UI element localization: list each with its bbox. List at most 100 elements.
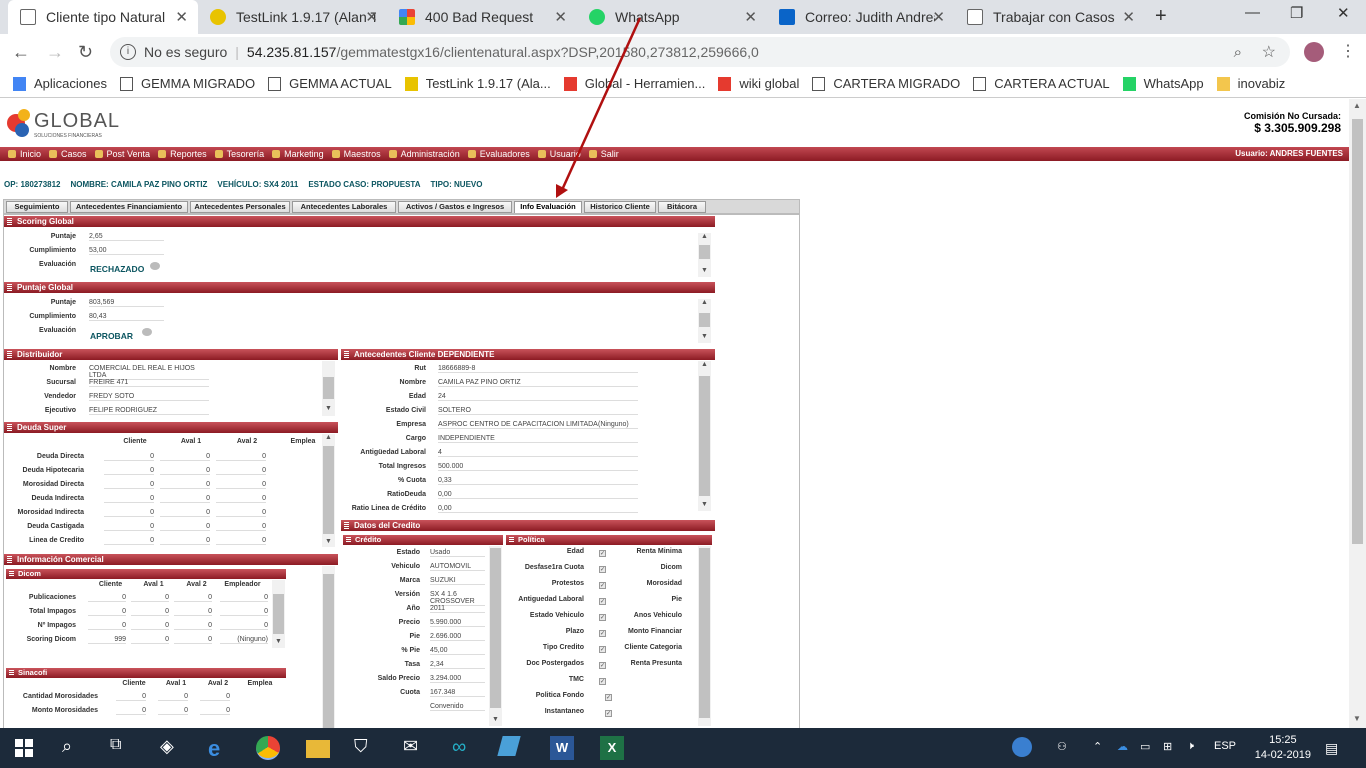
tab-trabajar-con-casos[interactable]: Trabajar con Casos ✕ [955, 0, 1145, 34]
forward-icon[interactable]: → [46, 42, 64, 63]
checkbox[interactable]: ✓ [599, 646, 606, 653]
excel-icon[interactable]: X [600, 736, 624, 760]
close-icon[interactable]: ✕ [744, 8, 757, 26]
scroll-down-icon[interactable]: ▼ [1353, 714, 1361, 723]
task-view-icon[interactable]: ⧉ [110, 736, 134, 760]
close-icon[interactable]: ✕ [175, 8, 188, 26]
tab-cliente-tipo-natural[interactable]: Cliente tipo Natural ✕ [8, 0, 198, 34]
menu-item-7[interactable]: Administración [388, 149, 460, 159]
maximize-icon[interactable]: ❐ [1290, 4, 1303, 22]
close-icon[interactable]: ✕ [1122, 8, 1135, 26]
checkbox[interactable]: ✓ [599, 630, 606, 637]
tab-whatsapp[interactable]: WhatsApp ✕ [577, 0, 767, 34]
checkbox[interactable]: ✓ [599, 582, 606, 589]
menu-item-2[interactable]: Post Venta [94, 149, 150, 159]
minimize-icon[interactable]: — [1245, 4, 1260, 21]
comment-icon[interactable] [142, 328, 152, 336]
scroll-thumb[interactable] [1352, 119, 1363, 544]
bookmark-9[interactable]: inovabiz [1216, 76, 1285, 91]
battery-icon[interactable]: ▭ [1140, 740, 1150, 753]
checkbox[interactable]: ✓ [605, 710, 612, 717]
menu-item-0[interactable]: Inicio [8, 149, 41, 159]
scrollbar[interactable] [698, 546, 711, 726]
checkbox[interactable]: ✓ [599, 614, 606, 621]
edge-icon[interactable]: e [208, 736, 232, 761]
menu-item-1[interactable]: Casos [49, 149, 87, 159]
close-icon[interactable]: ✕ [932, 8, 945, 26]
onedrive-icon[interactable]: ☁ [1117, 740, 1128, 753]
zoom-icon[interactable]: ⌕ [1234, 44, 1242, 61]
search-icon[interactable]: ⌕ [62, 736, 86, 760]
update-icon[interactable] [1012, 737, 1032, 757]
close-window-icon[interactable]: ✕ [1337, 4, 1350, 22]
language-label[interactable]: ESP [1214, 740, 1236, 752]
reload-icon[interactable]: ↻ [78, 42, 93, 63]
menu-icon[interactable]: ⋮ [1340, 41, 1356, 61]
page-scrollbar[interactable]: ▲ ▼ [1349, 99, 1366, 728]
notepad-icon[interactable] [497, 736, 521, 756]
scrollbar[interactable]: ▲ ▼ [322, 434, 335, 547]
scrollbar[interactable]: ▲ ▼ [698, 299, 711, 343]
comment-icon[interactable] [150, 262, 160, 270]
tab-correo[interactable]: Correo: Judith Andrea C ✕ [767, 0, 955, 34]
new-tab-icon[interactable]: + [1155, 5, 1167, 28]
page-tab-5[interactable]: Info Evaluación [514, 201, 582, 213]
star-icon[interactable]: ☆ [1262, 42, 1276, 62]
bookmark-3[interactable]: TestLink 1.9.17 (Ala... [404, 76, 551, 91]
avatar[interactable] [1304, 42, 1324, 62]
checkbox[interactable]: ✓ [599, 662, 606, 669]
close-icon[interactable]: ✕ [554, 8, 567, 26]
notifications-icon[interactable]: ▤ [1325, 740, 1338, 757]
checkbox[interactable]: ✓ [599, 550, 606, 557]
page-tab-2[interactable]: Antecedentes Personales [190, 201, 290, 213]
bookmark-2[interactable]: GEMMA ACTUAL [268, 76, 392, 91]
scrollbar[interactable]: ▲ ▼ [698, 233, 711, 277]
tab-400-bad-request[interactable]: 400 Bad Request ✕ [387, 0, 577, 34]
bookmark-8[interactable]: WhatsApp [1122, 76, 1204, 91]
mail-icon[interactable]: ✉ [403, 736, 427, 760]
menu-item-4[interactable]: Tesorería [214, 149, 264, 159]
scrollbar[interactable]: ▼ [272, 580, 285, 648]
scrollbar[interactable]: ▼ [489, 546, 502, 726]
windows-start-icon[interactable] [12, 736, 36, 760]
bookmark-5[interactable]: wiki global [718, 76, 799, 91]
checkbox[interactable]: ✓ [599, 566, 606, 573]
page-tab-4[interactable]: Activos / Gastos e Ingresos [398, 201, 512, 213]
chevron-up-icon[interactable]: ⌃ [1093, 740, 1102, 753]
bookmark-4[interactable]: Global - Herramien... [563, 76, 705, 91]
page-tab-7[interactable]: Bitácora [658, 201, 706, 213]
page-tab-0[interactable]: Seguimiento [6, 201, 68, 213]
network-icon[interactable]: ⊞ [1163, 740, 1172, 753]
menu-item-5[interactable]: Marketing [272, 149, 324, 159]
menu-item-9[interactable]: Usuario [537, 149, 581, 159]
scroll-up-icon[interactable]: ▲ [1353, 101, 1361, 110]
checkbox[interactable]: ✓ [605, 694, 612, 701]
scrollbar[interactable]: ▼ [322, 361, 335, 416]
tab-testlink[interactable]: TestLink 1.9.17 (Alan Tu ✕ [198, 0, 388, 34]
bookmark-0[interactable]: Aplicaciones [13, 76, 107, 91]
close-icon[interactable]: ✕ [365, 8, 378, 26]
menu-item-8[interactable]: Evaluadores [467, 149, 530, 159]
dropbox-icon[interactable]: ◈ [160, 736, 184, 760]
people-icon[interactable]: ⚇ [1057, 740, 1067, 753]
bookmark-6[interactable]: CARTERA MIGRADO [812, 76, 960, 91]
scrollbar[interactable]: ▲ ▼ [698, 361, 711, 511]
menu-item-10[interactable]: Salir [588, 149, 619, 159]
checkbox[interactable]: ✓ [599, 678, 606, 685]
page-tab-3[interactable]: Antecedentes Laborales [292, 201, 396, 213]
info-icon[interactable]: i [120, 44, 136, 60]
checkbox[interactable]: ✓ [599, 598, 606, 605]
url-field[interactable]: i No es seguro | 54.235.81.157 /gemmates… [110, 37, 1290, 67]
clock[interactable]: 15:25 14-02-2019 [1255, 733, 1311, 763]
bookmark-1[interactable]: GEMMA MIGRADO [120, 76, 255, 91]
volume-icon[interactable]: 🕨 [1187, 740, 1194, 753]
menu-item-6[interactable]: Maestros [331, 149, 381, 159]
bookmark-7[interactable]: CARTERA ACTUAL [973, 76, 1110, 91]
store-icon[interactable]: ⛉ [354, 736, 378, 760]
page-tab-1[interactable]: Antecedentes Financiamiento [70, 201, 188, 213]
file-explorer-icon[interactable] [306, 740, 330, 758]
back-icon[interactable]: ← [12, 42, 30, 63]
scrollbar[interactable] [322, 566, 335, 728]
chrome-icon[interactable] [256, 736, 280, 760]
menu-item-3[interactable]: Reportes [158, 149, 207, 159]
